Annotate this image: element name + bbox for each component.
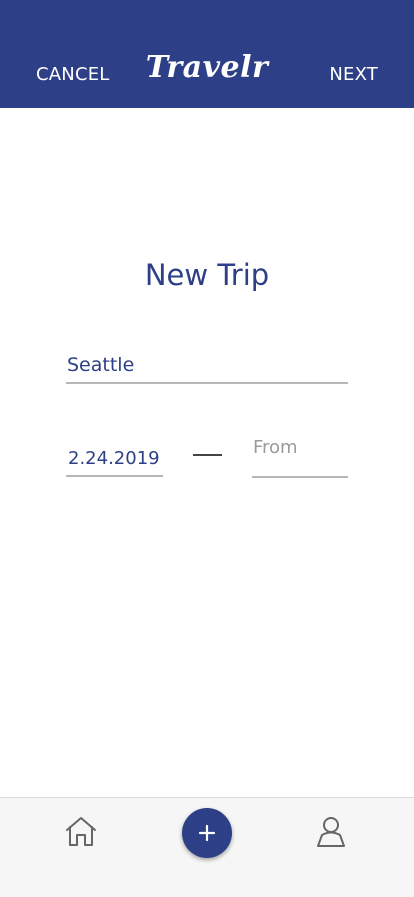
page-title: New Trip	[144, 258, 270, 292]
date-range-dash	[193, 454, 222, 456]
start-date-field[interactable]: 2.24.2019	[66, 446, 163, 477]
end-date-field[interactable]: From	[252, 435, 348, 478]
home-icon[interactable]	[63, 813, 99, 849]
destination-value: Seattle	[67, 354, 135, 376]
end-date-placeholder: From	[253, 437, 298, 458]
start-date-value: 2.24.2019	[68, 448, 160, 469]
app-header: CANCEL Travelr NEXT	[0, 0, 414, 108]
next-button[interactable]: NEXT	[329, 62, 378, 88]
plus-icon	[198, 824, 216, 842]
destination-field[interactable]: Seattle	[66, 352, 348, 384]
add-trip-button[interactable]	[182, 808, 232, 858]
user-icon[interactable]	[313, 813, 349, 849]
